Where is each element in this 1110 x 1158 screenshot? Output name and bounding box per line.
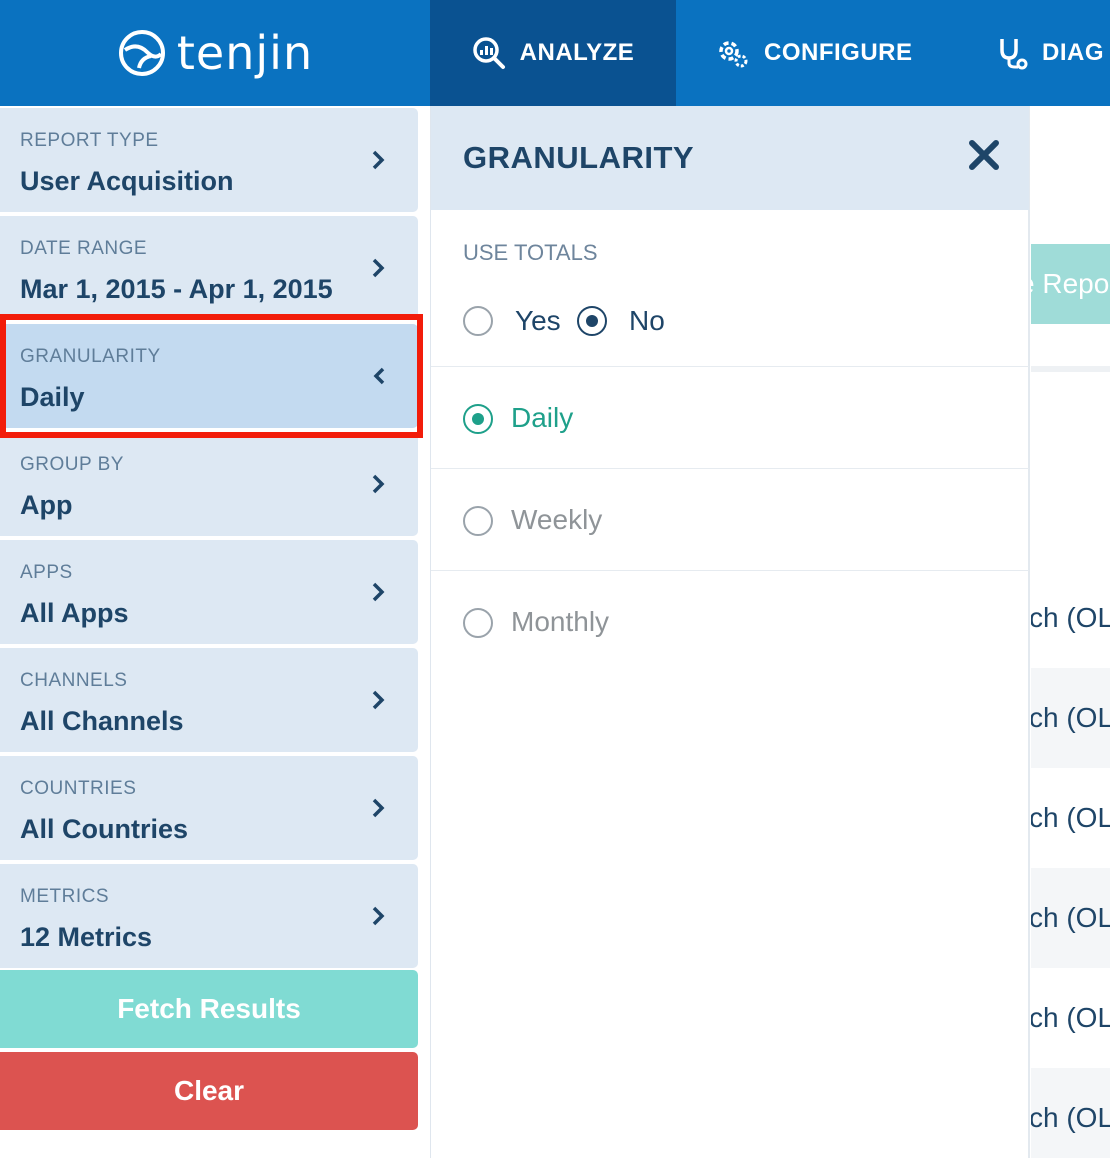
monthly-radio[interactable] xyxy=(463,608,493,638)
chevron-right-icon xyxy=(372,906,385,926)
chevron-left-icon xyxy=(373,367,385,385)
filter-label: DATE RANGE xyxy=(20,238,148,259)
clear-button[interactable]: Clear xyxy=(0,1052,418,1130)
divider xyxy=(431,570,1029,571)
nav-diag-label: DIAG xyxy=(1042,39,1104,66)
use-totals-no-label[interactable]: No xyxy=(629,305,665,337)
filter-label: METRICS xyxy=(20,886,109,907)
table-row[interactable]: ch (OL xyxy=(1031,668,1110,768)
table-row[interactable]: ch (OL xyxy=(1031,1068,1110,1158)
chevron-right-icon xyxy=(372,582,385,602)
panel-title: GRANULARITY xyxy=(463,140,695,175)
chevron-right-icon xyxy=(372,798,385,818)
filter-granularity[interactable]: GRANULARITY Daily xyxy=(0,324,418,428)
filter-value: App xyxy=(20,490,73,520)
filter-channels[interactable]: CHANNELS All Channels xyxy=(0,648,418,752)
filter-value: All Apps xyxy=(20,598,129,628)
nav-configure-label: CONFIGURE xyxy=(764,39,913,66)
filter-label: APPS xyxy=(20,562,73,583)
daily-radio[interactable] xyxy=(463,404,493,434)
tenjin-logo[interactable]: tenjin xyxy=(0,0,430,106)
filter-value: Daily xyxy=(20,382,85,412)
filter-metrics[interactable]: METRICS 12 Metrics xyxy=(0,864,418,968)
panel-header: GRANULARITY xyxy=(431,106,1029,210)
table-row[interactable]: ch (OL xyxy=(1031,868,1110,968)
brand-name: tenjin xyxy=(176,26,314,80)
analyze-magnifier-icon xyxy=(472,37,505,69)
table-row[interactable]: ch (OL xyxy=(1031,768,1110,868)
chevron-right-icon xyxy=(372,474,385,494)
top-navigation-bar: tenjin ANALYZE CONFIGURE DIAG xyxy=(0,0,1110,106)
table-header-shadow xyxy=(1031,366,1110,372)
filter-report-type[interactable]: REPORT TYPE User Acquisition xyxy=(0,108,418,212)
divider xyxy=(431,468,1029,469)
use-totals-label: USE TOTALS xyxy=(463,240,598,265)
filter-value: All Channels xyxy=(20,706,184,736)
tenjin-swirl-icon xyxy=(118,30,165,76)
filter-countries[interactable]: COUNTRIES All Countries xyxy=(0,756,418,860)
filter-value: All Countries xyxy=(20,814,189,844)
report-background: e Repo ch (OL ch (OL ch (OL ch (OL ch (O… xyxy=(1031,106,1110,1158)
divider xyxy=(431,366,1029,367)
filter-value: 12 Metrics xyxy=(20,922,153,952)
filter-apps[interactable]: APPS All Apps xyxy=(0,540,418,644)
monthly-label[interactable]: Monthly xyxy=(511,606,609,638)
chevron-right-icon xyxy=(372,690,385,710)
filter-group-by[interactable]: GROUP BY App xyxy=(0,432,418,536)
fetch-results-button[interactable]: Fetch Results xyxy=(0,970,418,1048)
nav-configure[interactable]: CONFIGURE xyxy=(716,0,913,106)
chevron-right-icon xyxy=(372,258,385,278)
use-totals-no-radio[interactable] xyxy=(577,306,607,336)
filter-value: User Acquisition xyxy=(20,166,234,196)
granularity-panel: GRANULARITY USE TOTALS Yes No Daily Week… xyxy=(430,106,1030,1158)
filter-label: REPORT TYPE xyxy=(20,130,159,151)
filter-date-range[interactable]: DATE RANGE Mar 1, 2015 - Apr 1, 2015 xyxy=(0,216,418,320)
use-totals-yes-radio[interactable] xyxy=(463,306,493,336)
filter-label: CHANNELS xyxy=(20,670,128,691)
close-icon[interactable] xyxy=(967,138,1001,172)
stethoscope-icon xyxy=(1000,39,1028,70)
nav-diagnostics[interactable]: DIAG xyxy=(998,0,1104,106)
report-button-partial[interactable]: e Repo xyxy=(1031,244,1110,324)
table-row[interactable]: ch (OL xyxy=(1031,968,1110,1068)
filter-label: GROUP BY xyxy=(20,454,124,475)
nav-analyze[interactable]: ANALYZE xyxy=(430,0,676,106)
filter-label: COUNTRIES xyxy=(20,778,137,799)
truncated-link xyxy=(150,1148,250,1158)
table-row[interactable]: ch (OL xyxy=(1031,568,1110,668)
use-totals-yes-label[interactable]: Yes xyxy=(515,305,561,337)
filter-value: Mar 1, 2015 - Apr 1, 2015 xyxy=(20,274,333,304)
daily-label[interactable]: Daily xyxy=(511,402,573,434)
weekly-radio[interactable] xyxy=(463,506,493,536)
gear-icon xyxy=(719,41,748,68)
filter-label: GRANULARITY xyxy=(20,346,161,367)
chevron-right-icon xyxy=(372,150,385,170)
weekly-label[interactable]: Weekly xyxy=(511,504,602,536)
nav-analyze-label: ANALYZE xyxy=(519,39,635,66)
